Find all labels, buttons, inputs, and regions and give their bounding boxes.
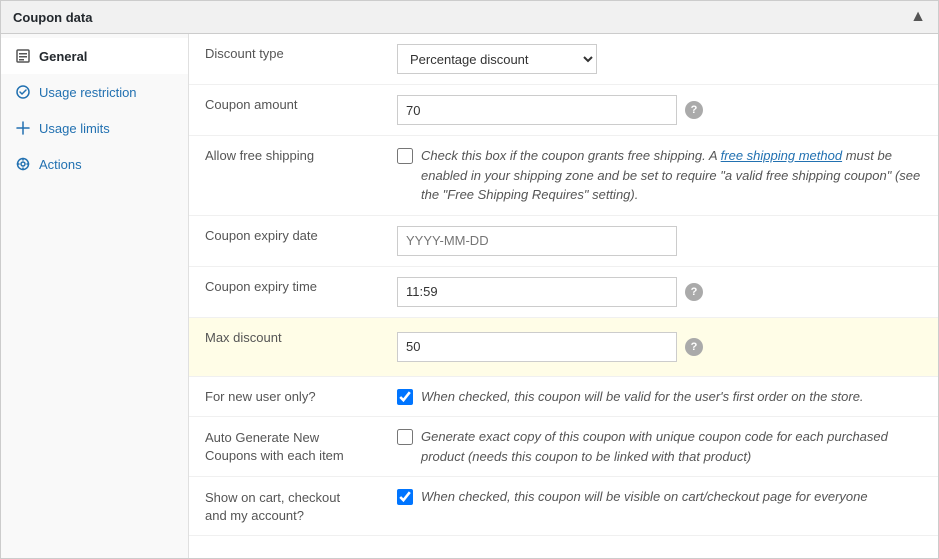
max-discount-input[interactable] xyxy=(397,332,677,362)
sidebar-general-label: General xyxy=(39,49,87,64)
expiry-time-help-icon[interactable]: ? xyxy=(685,283,703,301)
auto-generate-checkbox-row: Generate exact copy of this coupon with … xyxy=(397,427,922,466)
expiry-date-row: Coupon expiry date xyxy=(189,215,938,266)
expiry-time-input[interactable] xyxy=(397,277,677,307)
actions-icon xyxy=(15,156,31,172)
max-discount-field-row: ? xyxy=(397,332,922,362)
new-user-only-description: When checked, this coupon will be valid … xyxy=(421,387,864,407)
sidebar-item-general[interactable]: General xyxy=(1,38,188,74)
discount-type-row: Discount type Percentage discount Fixed … xyxy=(189,34,938,85)
sidebar-actions-label: Actions xyxy=(39,157,82,172)
coupon-amount-field-row: ? xyxy=(397,95,922,125)
general-icon xyxy=(15,48,31,64)
form-table: Discount type Percentage discount Fixed … xyxy=(189,34,938,536)
coupon-panel: Coupon data ▲ General xyxy=(0,0,939,559)
free-shipping-label: Allow free shipping xyxy=(205,148,314,163)
auto-generate-checkbox[interactable] xyxy=(397,429,413,445)
new-user-only-row: For new user only? When checked, this co… xyxy=(189,376,938,417)
discount-type-select[interactable]: Percentage discount Fixed cart discount … xyxy=(397,44,597,74)
panel-header: Coupon data ▲ xyxy=(1,1,938,34)
usage-restriction-icon xyxy=(15,84,31,100)
sidebar-usage-limits-label: Usage limits xyxy=(39,121,110,136)
coupon-amount-input[interactable] xyxy=(397,95,677,125)
show-on-cart-checkbox-row: When checked, this coupon will be visibl… xyxy=(397,487,922,507)
auto-generate-row: Auto Generate New Coupons with each item… xyxy=(189,417,938,477)
show-on-cart-row: Show on cart, checkout and my account? W… xyxy=(189,477,938,536)
auto-generate-description: Generate exact copy of this coupon with … xyxy=(421,427,922,466)
panel-body: General Usage restriction xyxy=(1,34,938,558)
usage-limits-icon xyxy=(15,120,31,136)
max-discount-label: Max discount xyxy=(205,330,282,345)
show-on-cart-label: Show on cart, checkout and my account? xyxy=(205,490,340,523)
expiry-date-label: Coupon expiry date xyxy=(205,228,318,243)
panel-title: Coupon data xyxy=(13,10,92,25)
coupon-amount-help-icon[interactable]: ? xyxy=(685,101,703,119)
free-shipping-row: Allow free shipping Check this box if th… xyxy=(189,136,938,216)
free-shipping-checkbox[interactable] xyxy=(397,148,413,164)
free-shipping-checkbox-row: Check this box if the coupon grants free… xyxy=(397,146,922,205)
expiry-date-input[interactable] xyxy=(397,226,677,256)
coupon-amount-row: Coupon amount ? xyxy=(189,85,938,136)
main-content: Discount type Percentage discount Fixed … xyxy=(189,34,938,558)
show-on-cart-checkbox[interactable] xyxy=(397,489,413,505)
sidebar-item-usage-restriction[interactable]: Usage restriction xyxy=(1,74,188,110)
new-user-only-label: For new user only? xyxy=(205,389,316,404)
coupon-amount-label: Coupon amount xyxy=(205,97,298,112)
sidebar-item-usage-limits[interactable]: Usage limits xyxy=(1,110,188,146)
sidebar-item-actions[interactable]: Actions xyxy=(1,146,188,182)
auto-generate-label: Auto Generate New Coupons with each item xyxy=(205,430,344,463)
new-user-only-checkbox-row: When checked, this coupon will be valid … xyxy=(397,387,922,407)
discount-type-label: Discount type xyxy=(205,46,284,61)
expiry-time-row: Coupon expiry time ? xyxy=(189,266,938,317)
sidebar-usage-restriction-label: Usage restriction xyxy=(39,85,137,100)
show-on-cart-description: When checked, this coupon will be visibl… xyxy=(421,487,868,507)
panel-collapse-button[interactable]: ▲ xyxy=(910,9,926,25)
max-discount-help-icon[interactable]: ? xyxy=(685,338,703,356)
expiry-time-label: Coupon expiry time xyxy=(205,279,317,294)
new-user-only-checkbox[interactable] xyxy=(397,389,413,405)
free-shipping-description: Check this box if the coupon grants free… xyxy=(421,146,922,205)
free-shipping-method-link[interactable]: free shipping method xyxy=(721,148,842,163)
max-discount-row: Max discount ? xyxy=(189,317,938,376)
sidebar: General Usage restriction xyxy=(1,34,189,558)
expiry-time-field-row: ? xyxy=(397,277,922,307)
